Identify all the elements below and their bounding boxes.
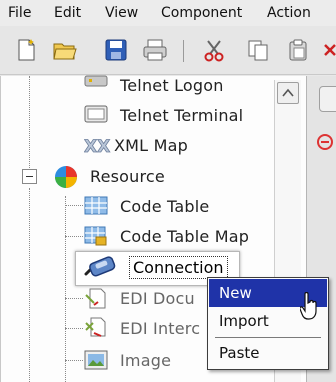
code-table-map-icon [84, 225, 108, 247]
tree-connector [65, 328, 83, 329]
tree-connector [29, 188, 30, 382]
tree-item-edi-interchange[interactable]: EDI Interc [84, 315, 200, 341]
menu-edit[interactable]: Edit [54, 5, 81, 21]
mouse-pointer-icon [299, 291, 320, 326]
image-icon [84, 349, 108, 371]
print-icon[interactable] [142, 38, 167, 62]
tree-item-label: EDI Interc [120, 318, 201, 338]
svg-text:XX: XX [84, 137, 110, 156]
tree-item-label: Code Table Map [120, 226, 250, 246]
scroll-up-button[interactable] [277, 82, 299, 104]
menu-file[interactable]: File [8, 5, 31, 21]
tree-connector [65, 196, 66, 382]
close-icon[interactable] [322, 40, 336, 62]
tree-item-connection[interactable]: Connection [129, 256, 228, 279]
menu-separator [215, 337, 321, 338]
tree-connector [65, 236, 83, 237]
remove-icon[interactable] [317, 134, 333, 150]
collapse-toggle-icon[interactable] [22, 169, 37, 184]
copy-icon[interactable] [246, 38, 270, 62]
tree-item-label: Telnet Terminal [120, 105, 244, 125]
tree-item-edi-document[interactable]: EDI Docu [84, 285, 195, 311]
tree-item-image[interactable]: Image [84, 347, 171, 373]
menu-component[interactable]: Component [161, 5, 242, 21]
tree-connector [29, 76, 30, 168]
tree-connector [65, 205, 83, 206]
menu-action[interactable]: Action [267, 5, 311, 21]
editor-tab[interactable] [319, 86, 336, 112]
save-icon[interactable] [104, 38, 128, 62]
menu-bar: File Edit View Component Action [0, 0, 336, 27]
tree-item-code-table[interactable]: Code Table [84, 193, 209, 219]
tree-item-label: EDI Docu [120, 288, 195, 308]
new-document-icon[interactable] [14, 38, 38, 62]
paste-icon[interactable] [286, 38, 310, 62]
context-menu-paste[interactable]: Paste [209, 339, 327, 367]
telnet-terminal-icon [84, 104, 108, 126]
tree-item-resource[interactable]: Resource [54, 163, 165, 189]
code-table-icon [84, 195, 108, 217]
xml-map-icon: XX [84, 134, 111, 158]
tree-item-label: XML Map [114, 135, 188, 155]
menu-view[interactable]: View [105, 5, 138, 21]
resource-icon [54, 165, 78, 188]
tree-item-label: Image [120, 350, 172, 370]
connection-icon [84, 254, 120, 280]
tree-item-label: Telnet Logon [120, 75, 224, 95]
toolbar-separator [183, 40, 184, 62]
telnet-logon-icon [84, 74, 108, 96]
tree-item-telnet-terminal[interactable]: Telnet Terminal [84, 102, 243, 128]
chevron-up-icon [282, 88, 294, 97]
tree-connector [65, 360, 83, 361]
edi-document-icon [84, 287, 108, 309]
tree-connector [65, 298, 83, 299]
cut-icon[interactable] [202, 38, 226, 62]
tree-item-label: Code Table [120, 196, 210, 216]
toolbar [0, 26, 336, 75]
tree-item-code-table-map[interactable]: Code Table Map [84, 223, 249, 249]
open-folder-icon[interactable] [52, 38, 77, 62]
tree-item-telnet-logon[interactable]: Telnet Logon [84, 72, 224, 98]
tree-item-xml-map[interactable]: XX XML Map [84, 132, 188, 158]
edi-interchange-icon [84, 317, 108, 339]
tree-item-label: Resource [90, 166, 165, 186]
